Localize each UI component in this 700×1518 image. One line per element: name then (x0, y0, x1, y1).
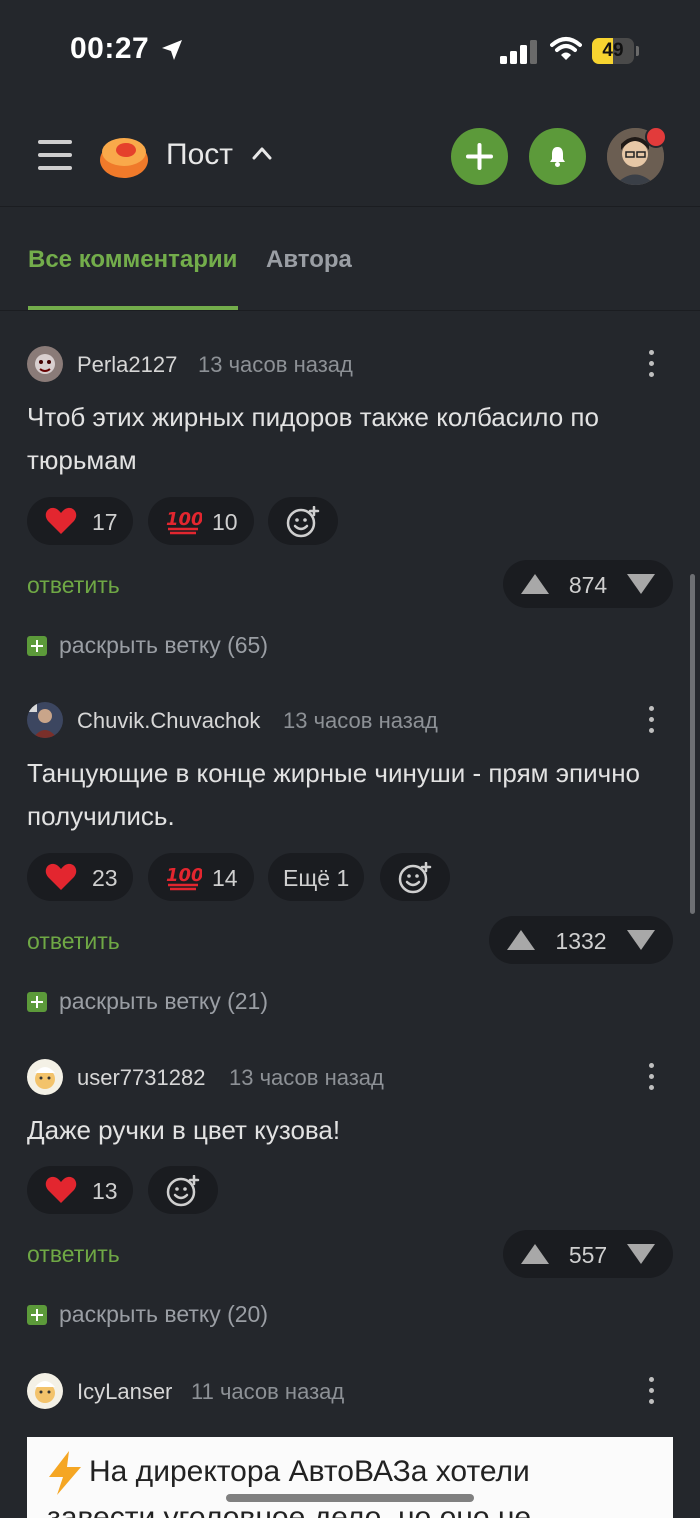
reaction-count: 23 (92, 865, 118, 891)
create-post-button[interactable] (451, 128, 508, 185)
comment-time: 13 часов назад (198, 352, 353, 377)
chevron-up-icon[interactable] (252, 146, 272, 160)
wifi-icon (550, 37, 582, 60)
status-time: 00:27 (70, 32, 150, 65)
comment-author[interactable]: Perla2127 (77, 352, 177, 378)
lightning-bolt-icon (49, 1451, 81, 1495)
expand-plus-icon (27, 636, 47, 656)
reaction-heart[interactable]: 13 (27, 1166, 133, 1214)
heart-icon (45, 507, 77, 534)
downvote-icon[interactable] (625, 1242, 657, 1266)
rating-control: 557 (503, 1230, 673, 1278)
commenter-avatar[interactable] (27, 1373, 63, 1409)
add-emoji-icon (166, 1175, 200, 1207)
notifications-button[interactable] (529, 128, 586, 185)
hundred-points-icon: 100 (166, 509, 202, 535)
svg-text:100: 100 (166, 509, 202, 530)
reaction-heart[interactable]: 17 (27, 497, 133, 545)
commenter-avatar[interactable] (27, 346, 63, 382)
heart-icon (45, 863, 77, 890)
commenter-avatar[interactable] (27, 702, 63, 738)
upvote-icon[interactable] (505, 928, 537, 952)
top-bar: Пост (0, 100, 700, 207)
comment: Perla2127 13 часов назад Чтоб этих жирны… (0, 344, 700, 664)
tab-author[interactable]: Автора (266, 246, 352, 274)
reaction-hundred[interactable]: 100 10 (148, 497, 254, 545)
add-reaction-button[interactable] (148, 1166, 218, 1214)
rating-control: 874 (503, 560, 673, 608)
downvote-icon[interactable] (625, 928, 657, 952)
add-emoji-icon (286, 506, 320, 538)
expand-thread-label: раскрыть ветку (21) (59, 988, 269, 1014)
home-indicator[interactable] (226, 1494, 474, 1502)
more-options-icon[interactable] (646, 706, 658, 739)
rating-value: 557 (568, 1242, 608, 1268)
svg-text:100: 100 (166, 865, 202, 886)
add-reaction-button[interactable] (380, 853, 450, 901)
reaction-heart[interactable]: 23 (27, 853, 133, 901)
comment-text: Даже ручки в цвет кузова! (27, 1115, 341, 1145)
pikabu-logo-icon[interactable] (98, 132, 150, 180)
upvote-icon[interactable] (519, 1242, 551, 1266)
bell-icon (550, 147, 565, 167)
more-options-icon[interactable] (646, 1377, 658, 1410)
upvote-icon[interactable] (519, 572, 551, 596)
comment-time: 13 часов назад (229, 1065, 384, 1090)
comment-image[interactable]: На директора АвтоВАЗа хотели завести уго… (27, 1437, 673, 1518)
hamburger-menu-icon[interactable] (38, 140, 72, 170)
comment-author[interactable]: user7731282 (77, 1065, 205, 1091)
add-reaction-button[interactable] (268, 497, 338, 545)
more-reactions-label: Ещё 1 (283, 865, 350, 891)
expand-thread-label: раскрыть ветку (65) (59, 632, 269, 658)
comment: Chuvik.Chuvachok 13 часов назад Танцующи… (0, 700, 700, 1020)
active-tab-indicator (28, 306, 238, 310)
rating-control: 1332 (489, 916, 673, 964)
status-bar: 00:27 49 (0, 0, 700, 100)
more-options-icon[interactable] (646, 1063, 658, 1096)
reaction-count: 10 (212, 509, 238, 535)
reply-link[interactable]: ответить (27, 928, 120, 955)
battery-percent: 49 (602, 40, 624, 61)
image-text-line1: На директора АвтоВАЗа хотели (89, 1455, 530, 1488)
heart-icon (45, 1176, 77, 1203)
hundred-points-icon: 100 (166, 865, 202, 891)
cellular-signal-icon (500, 40, 537, 64)
comment-text: Чтоб этих жирных пидоров также колбасило… (27, 402, 599, 475)
commenter-avatar[interactable] (27, 1059, 63, 1095)
more-options-icon[interactable] (646, 350, 658, 383)
expand-plus-icon (27, 992, 47, 1012)
reaction-count: 17 (92, 509, 118, 535)
reply-link[interactable]: ответить (27, 572, 120, 599)
rating-value: 874 (568, 572, 608, 598)
battery-indicator: 49 (592, 38, 639, 64)
expand-thread-label: раскрыть ветку (20) (59, 1301, 269, 1327)
scrollbar[interactable] (690, 574, 695, 914)
plus-icon (466, 143, 493, 170)
comment-tabs: Все комментарии Автора (0, 206, 700, 311)
comment-time: 11 часов назад (191, 1379, 345, 1404)
add-emoji-icon (398, 862, 432, 894)
reply-link[interactable]: ответить (27, 1241, 120, 1268)
reaction-count: 13 (92, 1178, 118, 1204)
comment-author[interactable]: IcyLanser (77, 1379, 172, 1405)
comment-text: Танцующие в конце жирные чинуши - прям э… (27, 758, 641, 831)
expand-plus-icon (27, 1305, 47, 1325)
notification-badge (645, 126, 667, 148)
downvote-icon[interactable] (625, 572, 657, 596)
image-text-line2: завести уголовное дело, но оно не (47, 1501, 532, 1518)
comment: IcyLanser 11 часов назад (0, 1371, 700, 1431)
reaction-count: 14 (212, 865, 238, 891)
comment-time: 13 часов назад (283, 708, 438, 733)
location-arrow-icon (162, 40, 182, 60)
comment: user7731282 13 часов назад Даже ручки в … (0, 1057, 700, 1337)
page-title[interactable]: Пост (166, 138, 233, 172)
rating-value: 1332 (555, 928, 607, 954)
more-reactions-button[interactable]: Ещё 1 (268, 853, 364, 901)
comment-author[interactable]: Chuvik.Chuvachok (77, 708, 260, 734)
reaction-hundred[interactable]: 100 14 (148, 853, 254, 901)
tab-all-comments[interactable]: Все комментарии (28, 246, 237, 274)
